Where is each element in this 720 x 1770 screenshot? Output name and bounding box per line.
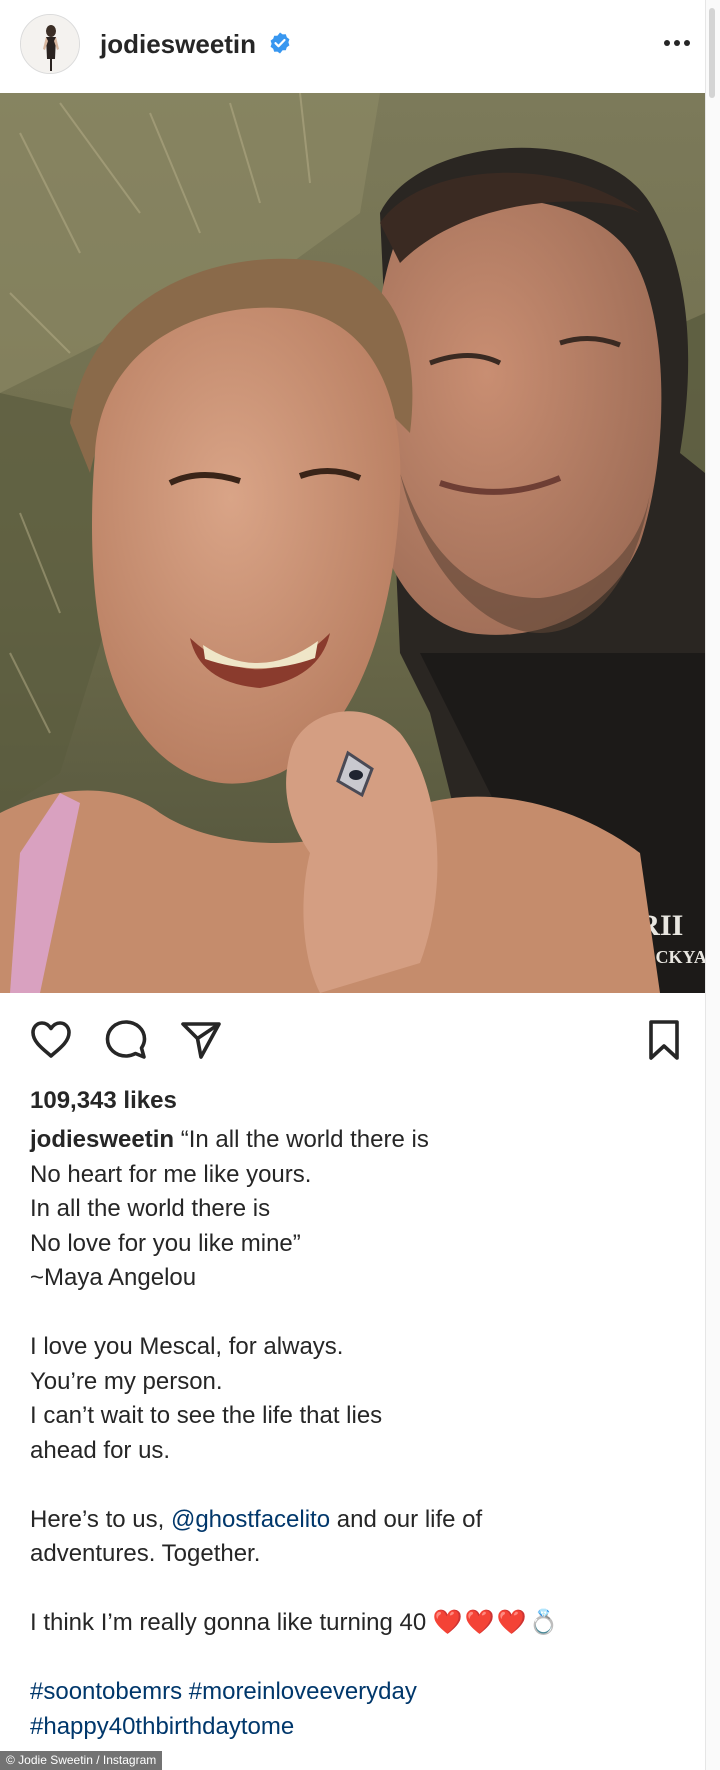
caption-text: Here’s to us, [30,1505,171,1533]
like-button[interactable] [28,1017,74,1063]
comment-button[interactable] [103,1017,149,1063]
caption-line: adventures. Together. [30,1540,261,1567]
photo-credit: © Jodie Sweetin / Instagram [0,1751,163,1770]
instagram-post: jodiesweetin - BACKYA 109,343 likes jodi… [0,0,705,1770]
caption-text: and our life of [330,1505,483,1533]
caption-line: I love you Mescal, for always. [30,1333,344,1360]
heart-outline-icon [31,1021,71,1058]
more-dots-icon[interactable] [660,28,694,58]
hashtag-line[interactable]: #happy40thbirthdaytome [30,1710,680,1745]
caption-line: jodiesweetin “In all the world there is [30,1123,680,1158]
caption-line: In all the world there is [30,1195,271,1222]
save-button[interactable] [641,1017,687,1063]
action-bar [0,1005,705,1075]
verified-badge-icon [270,32,290,54]
avatar[interactable] [20,14,80,74]
couple-selfie-image: KRII - BACKYA [0,93,705,993]
post-caption: jodiesweetin “In all the world there is … [30,1123,680,1744]
likes-count[interactable]: 109,343 likes [30,1086,177,1116]
paper-plane-icon [181,1022,221,1059]
heart-ring-emoji: ❤️❤️❤️💍 [432,1609,561,1636]
post-header: jodiesweetin [0,0,705,93]
comment-bubble-icon [105,1020,147,1059]
caption-line: Here’s to us, @ghostfacelito and our lif… [30,1503,680,1538]
mention-link[interactable]: @ghostfacelito [171,1506,330,1533]
hashtag-line[interactable]: #soontobemrs #moreinloveeveryday [30,1675,680,1710]
caption-text: I think I’m really gonna like turning 40 [30,1609,433,1636]
share-button[interactable] [178,1017,224,1063]
profile-photo-icon [21,15,79,73]
caption-line: I can’t wait to see the life that lies [30,1402,383,1429]
caption-username[interactable]: jodiesweetin [30,1126,174,1153]
caption-line: No heart for me like yours. [30,1160,312,1188]
bookmark-icon [649,1020,679,1060]
caption-line: I think I’m really gonna like turning 40… [30,1606,680,1641]
username[interactable]: jodiesweetin [100,28,256,60]
scrollbar-thumb[interactable] [709,8,715,98]
caption-line: ahead for us. [30,1436,171,1464]
caption-line: ~Maya Angelou [30,1264,197,1291]
scrollbar-track[interactable] [705,0,720,1770]
caption-line: You’re my person. [30,1367,223,1395]
post-photo[interactable]: KRII - BACKYA [0,93,705,993]
caption-line: No love for you like mine” [30,1229,301,1257]
caption-text: “In all the world there is [180,1126,429,1153]
